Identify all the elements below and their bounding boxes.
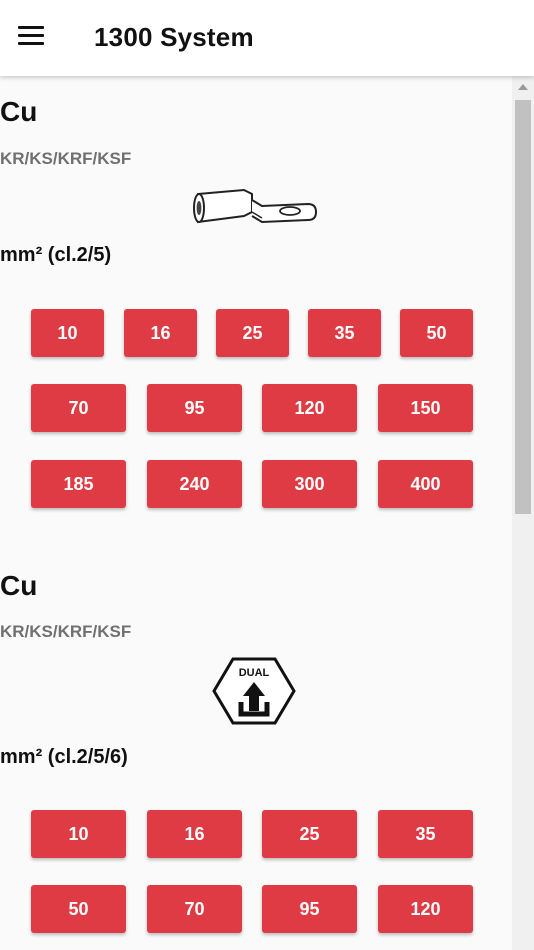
- scrollbar[interactable]: [512, 76, 534, 950]
- main-content: Cu KR/KS/KRF/KSF mm² (cl.2/5) 10 16 25 3…: [0, 76, 512, 950]
- size-button-50[interactable]: 50: [400, 309, 473, 357]
- scrollbar-thumb[interactable]: [515, 100, 531, 514]
- cable-lug-icon: [190, 182, 320, 235]
- metal-label: Cu: [0, 570, 38, 601]
- size-button-25[interactable]: 25: [216, 309, 289, 357]
- badge-text: DUAL: [239, 667, 270, 679]
- size-button-16[interactable]: 16: [147, 810, 242, 858]
- size-button-70[interactable]: 70: [147, 885, 242, 933]
- size-button-35[interactable]: 35: [308, 309, 381, 357]
- size-button-95[interactable]: 95: [147, 384, 242, 432]
- size-button-25[interactable]: 25: [262, 810, 357, 858]
- lug-types-label: KR/KS/KRF/KSF: [0, 149, 132, 168]
- size-button-150[interactable]: 150: [378, 384, 473, 432]
- size-button-35[interactable]: 35: [378, 810, 473, 858]
- unit-label: mm² (cl.2/5): [0, 244, 112, 266]
- unit-label: mm² (cl.2/5/6): [0, 746, 128, 768]
- size-button-120[interactable]: 120: [262, 384, 357, 432]
- size-button-240[interactable]: 240: [147, 460, 242, 508]
- app-bar: 1300 System: [0, 0, 534, 76]
- size-button-10[interactable]: 10: [31, 309, 104, 357]
- size-button-185[interactable]: 185: [31, 460, 126, 508]
- hamburger-menu-icon[interactable]: [18, 26, 46, 50]
- size-button-70[interactable]: 70: [31, 384, 126, 432]
- size-button-10[interactable]: 10: [31, 810, 126, 858]
- dual-badge-icon: DUAL: [211, 656, 297, 731]
- size-button-300[interactable]: 300: [262, 460, 357, 508]
- size-button-400[interactable]: 400: [378, 460, 473, 508]
- scroll-up-arrow-icon[interactable]: [518, 84, 528, 90]
- size-button-120[interactable]: 120: [378, 885, 473, 933]
- size-button-16[interactable]: 16: [124, 309, 197, 357]
- size-button-50[interactable]: 50: [31, 885, 126, 933]
- lug-types-label: KR/KS/KRF/KSF: [0, 622, 132, 641]
- metal-label: Cu: [0, 96, 38, 127]
- size-button-95[interactable]: 95: [262, 885, 357, 933]
- page-title: 1300 System: [94, 22, 254, 52]
